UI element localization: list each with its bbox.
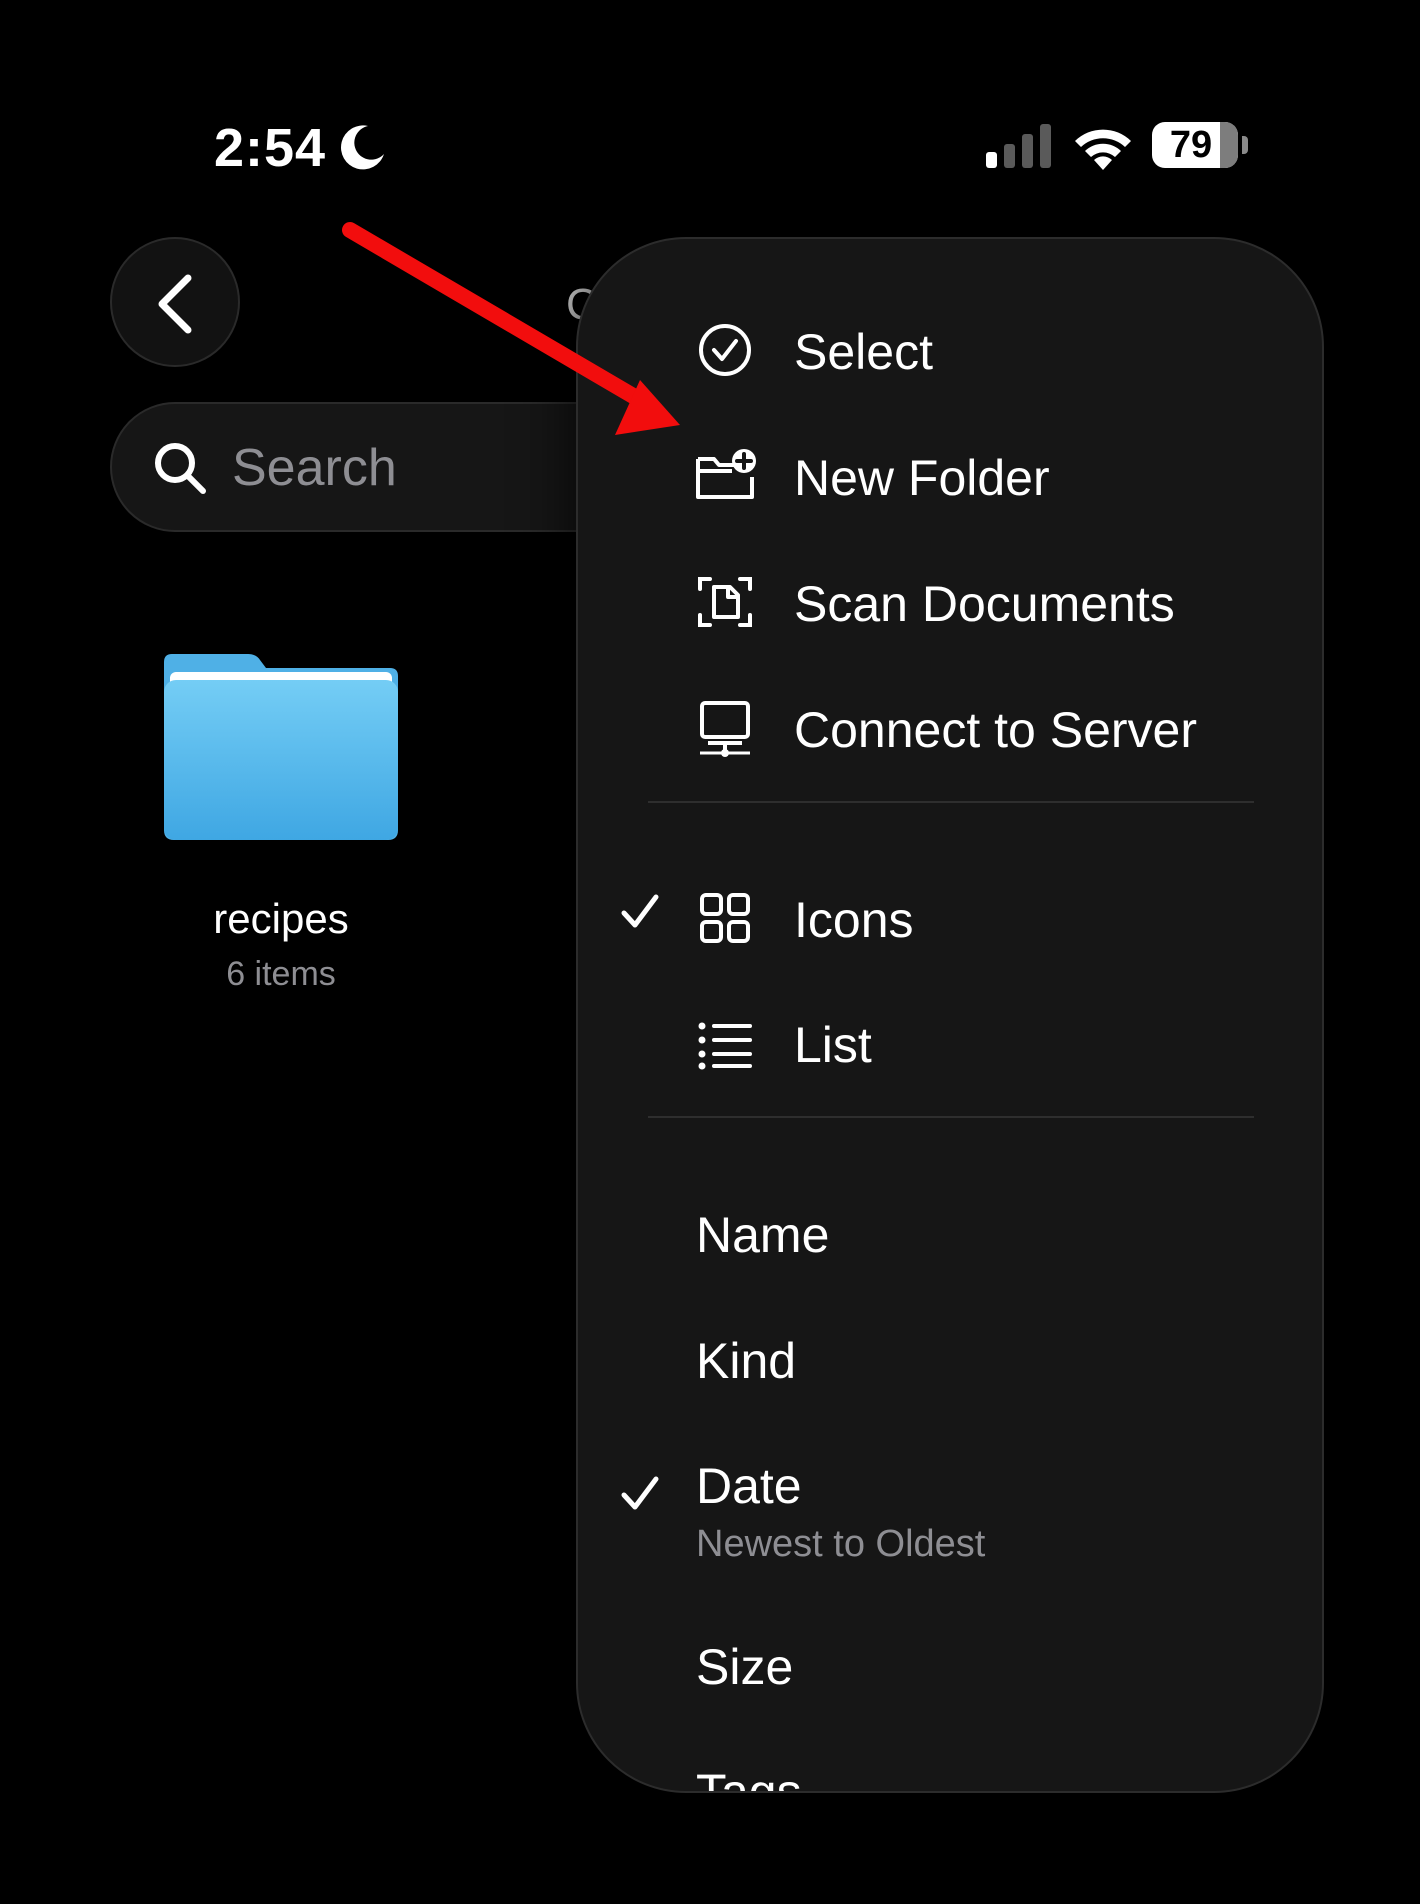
document-scan-icon [698,577,752,627]
cellular-signal-icon [986,124,1051,168]
folder-plus-icon [696,449,756,499]
server-display-icon [700,701,750,757]
folder-item-count: 6 items [226,955,336,993]
menu-item-sort-name[interactable]: Name [578,1174,1322,1292]
moon-icon [341,125,384,170]
folder-item[interactable]: recipes 6 items [140,650,422,1010]
menu-item-sort-size[interactable]: Size [578,1606,1322,1724]
checkmark-circle-icon [699,324,751,376]
checkmark-icon [621,894,659,928]
annotation-arrow [342,222,680,435]
menu-item-label: Select [794,324,933,380]
menu-item-connect-to-server[interactable]: Connect to Server [578,669,1322,787]
view-options-menu: Select New Folder Scan Documents Connect… [576,237,1324,1793]
chevron-left-icon [158,274,192,334]
menu-item-sort-tags[interactable]: Tags [578,1731,1322,1793]
menu-item-label: Size [696,1639,794,1695]
menu-item-label: Icons [794,892,914,948]
menu-item-icons-view[interactable]: Icons [578,859,1322,977]
menu-item-label: Connect to Server [794,702,1197,758]
menu-item-label: Kind [696,1333,797,1389]
folder-name: recipes [213,895,349,942]
menu-item-label: Name [696,1207,830,1263]
menu-item-sublabel: Newest to Oldest [696,1523,986,1565]
grid-icon [700,893,750,943]
menu-item-label: Scan Documents [794,576,1175,632]
menu-item-label: List [794,1017,872,1073]
menu-item-label: New Folder [794,450,1050,506]
menu-item-label: Tags [696,1764,802,1793]
list-icon [698,1022,752,1070]
search-icon [155,443,206,494]
status-time: 2:54 [214,118,327,178]
folder-icon [164,654,398,840]
menu-item-sort-date[interactable]: Date Newest to Oldest [578,1425,1322,1575]
menu-item-list-view[interactable]: List [578,984,1322,1102]
wifi-icon [1075,129,1131,170]
battery-percent: 79 [1169,124,1213,166]
battery-cap [1242,136,1248,154]
battery-icon: 79 [1152,122,1248,170]
menu-item-sort-kind[interactable]: Kind [578,1300,1322,1418]
checkmark-icon [621,1476,659,1510]
back-button[interactable] [110,237,240,367]
menu-item-scan-documents[interactable]: Scan Documents [578,543,1322,661]
menu-divider [648,801,1254,803]
menu-item-label: Date [696,1458,802,1514]
menu-divider [648,1116,1254,1118]
